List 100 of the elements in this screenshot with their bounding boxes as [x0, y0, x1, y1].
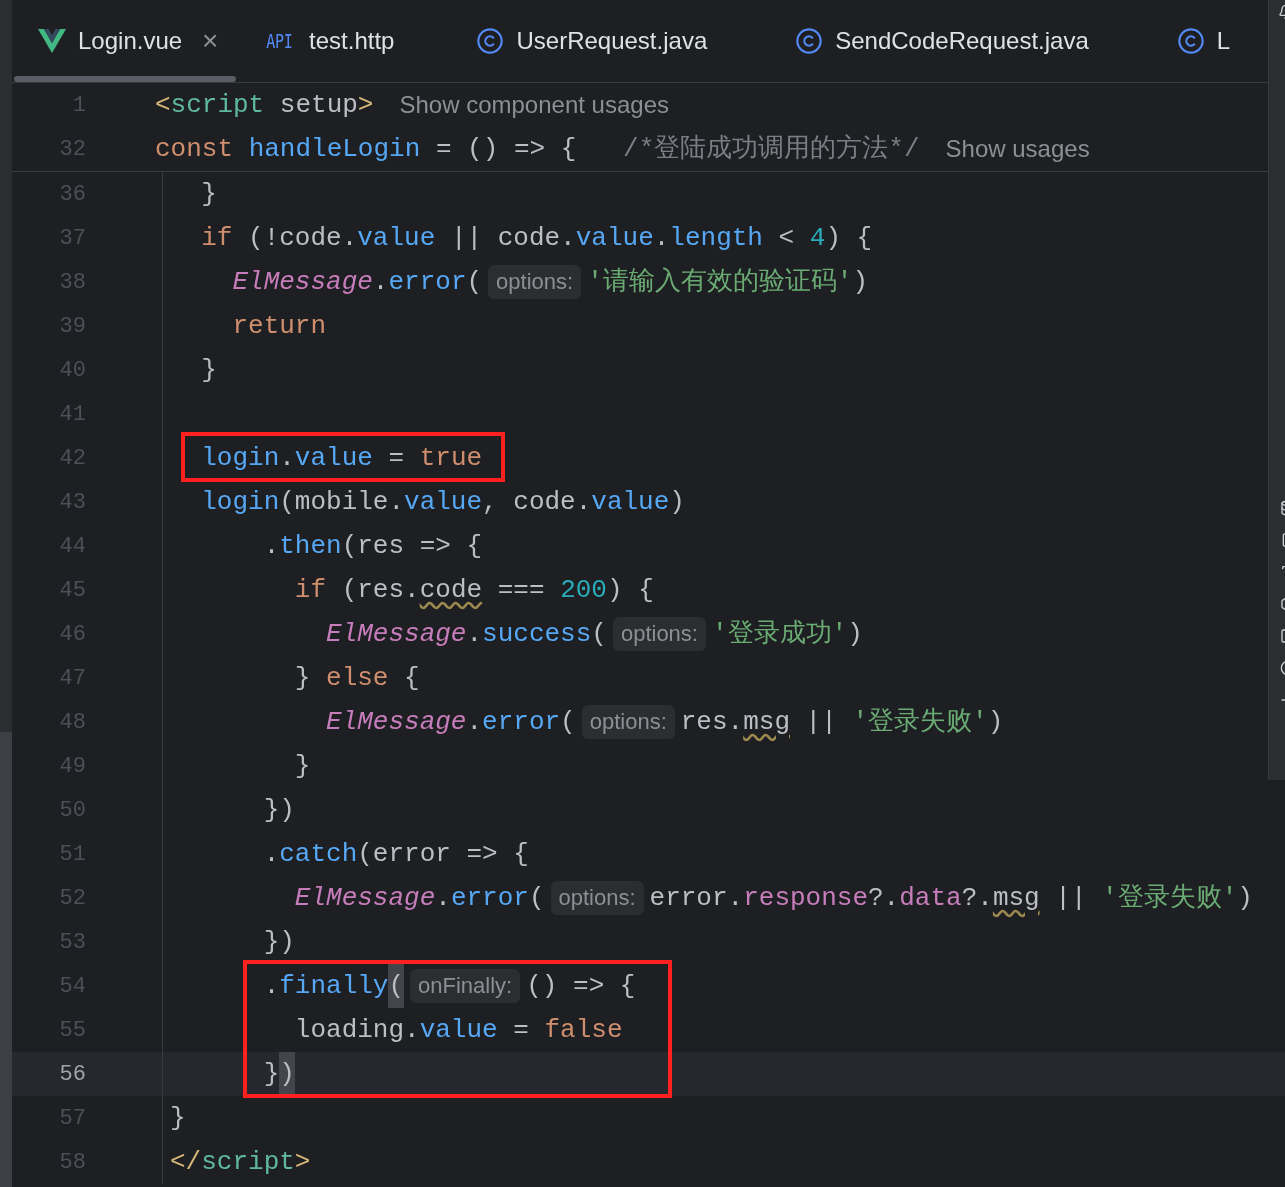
code-token: } — [201, 178, 217, 211]
code-token: . — [263, 530, 280, 563]
code-token: (res => { — [341, 530, 483, 563]
code-token: (!code. — [248, 222, 358, 255]
code-token: (res. — [341, 574, 420, 607]
code-token: value — [419, 1014, 498, 1047]
code-token: ( — [388, 964, 405, 1008]
tab-label: SendCodeRequest.java — [835, 26, 1089, 56]
code-token: finally — [279, 970, 389, 1003]
class-icon — [795, 27, 824, 55]
editor-tab[interactable]: API test.http — [236, 0, 451, 82]
code-token: error. — [649, 882, 744, 915]
code-token: = — [513, 1014, 530, 1047]
code-token: script — [170, 89, 265, 122]
code-token: if — [201, 222, 233, 255]
code-token: value — [591, 486, 670, 519]
code-token: catch — [279, 838, 358, 871]
code-token: ElMessage — [326, 618, 467, 651]
code-token: { — [404, 662, 420, 695]
code-token: ) — [987, 706, 1004, 739]
code-token: msg — [992, 882, 1040, 915]
code-token: } — [170, 1102, 186, 1135]
code-token: success — [482, 618, 592, 651]
code-token: . — [435, 882, 451, 915]
editor-tab[interactable]: SendCodeRequest.java — [769, 0, 1151, 82]
inlay-hint: options: — [581, 705, 675, 739]
code-token: ( — [560, 706, 576, 739]
code-token: '登录成功' — [711, 618, 848, 651]
code-token: '登录失败' — [1102, 882, 1238, 915]
code-token: } — [294, 662, 312, 695]
code-token: response — [743, 882, 868, 915]
code-token: </ — [170, 1146, 202, 1179]
code-token: , code. — [482, 486, 592, 519]
code-token: . — [466, 706, 483, 739]
code-token: else — [326, 662, 389, 695]
code-token: value — [575, 222, 654, 255]
code-token: res. — [680, 706, 744, 739]
code-token: () => { — [526, 970, 636, 1003]
code-token: = — [388, 442, 406, 475]
api-icon: API — [266, 26, 293, 56]
code-token: /*登陆成功调用的方法*/ — [623, 133, 920, 166]
code-token: ?. — [961, 882, 993, 915]
code-token: || — [805, 706, 838, 739]
code-token: true — [419, 442, 483, 475]
code-token: setup — [279, 89, 358, 122]
inlay-hint: onFinally: — [410, 969, 521, 1003]
usages-hint[interactable]: Show component usages — [399, 83, 669, 127]
close-icon[interactable]: × — [202, 20, 219, 62]
inlay-hint: options: — [488, 265, 582, 299]
code-token: ) — [847, 618, 863, 651]
usages-hint[interactable]: Show usages — [945, 127, 1090, 171]
code-token: . — [263, 838, 280, 871]
scrollbar-thumb[interactable] — [0, 732, 12, 1187]
code-token: || code. — [450, 222, 576, 255]
code-token: . — [466, 618, 483, 651]
code-token: return — [232, 310, 327, 343]
code-token: ) — [852, 266, 868, 299]
code-token: value — [294, 442, 373, 475]
code-token: . — [372, 266, 389, 299]
code-token: ElMessage — [232, 266, 373, 299]
code-token: 200 — [560, 574, 607, 607]
code-token: error — [450, 882, 529, 915]
code-token: = () => { — [435, 133, 578, 166]
code-token: . — [279, 442, 295, 475]
code-token: > — [294, 1146, 311, 1179]
code-token: . — [653, 222, 670, 255]
code-token: false — [544, 1014, 623, 1047]
code-token: || — [1055, 882, 1088, 915]
code-token: script — [201, 1146, 295, 1179]
code-token: ) { — [825, 222, 873, 255]
code-token: } — [201, 354, 217, 387]
code-token: if — [294, 574, 327, 607]
code-token: value — [404, 486, 483, 519]
code-token: ElMessage — [294, 882, 436, 915]
editor-tab[interactable]: UserRequest.java — [450, 0, 770, 82]
code-token: (error => { — [357, 838, 529, 871]
code-token: '登录失败' — [852, 706, 988, 739]
code-token: }) — [263, 926, 295, 959]
code-token: < — [778, 222, 796, 255]
vue-logo-icon — [38, 29, 66, 53]
code-token: ) — [1237, 882, 1253, 915]
code-token: error — [388, 266, 467, 299]
code-token: const — [155, 133, 233, 166]
code-token: login — [201, 442, 280, 475]
line-number: 56 — [59, 1061, 86, 1087]
code-token: ( — [528, 882, 545, 915]
editor-tab[interactable]: Login.vue × — [12, 0, 237, 82]
code-token: ) { — [606, 574, 654, 607]
code-token: ( — [466, 266, 483, 299]
code-token: data — [899, 882, 962, 915]
code-token: === — [497, 574, 546, 607]
code-token: msg — [743, 706, 790, 739]
editor-tab[interactable]: L — [1150, 0, 1285, 82]
code-token: loading. — [294, 1014, 420, 1047]
code-token: error — [482, 706, 561, 739]
tab-label: test.http — [309, 26, 395, 56]
tab-label: Login.vue — [78, 26, 183, 56]
code-token: code — [419, 574, 483, 607]
code-token: 4 — [809, 222, 826, 255]
code-token: } — [263, 1058, 280, 1091]
